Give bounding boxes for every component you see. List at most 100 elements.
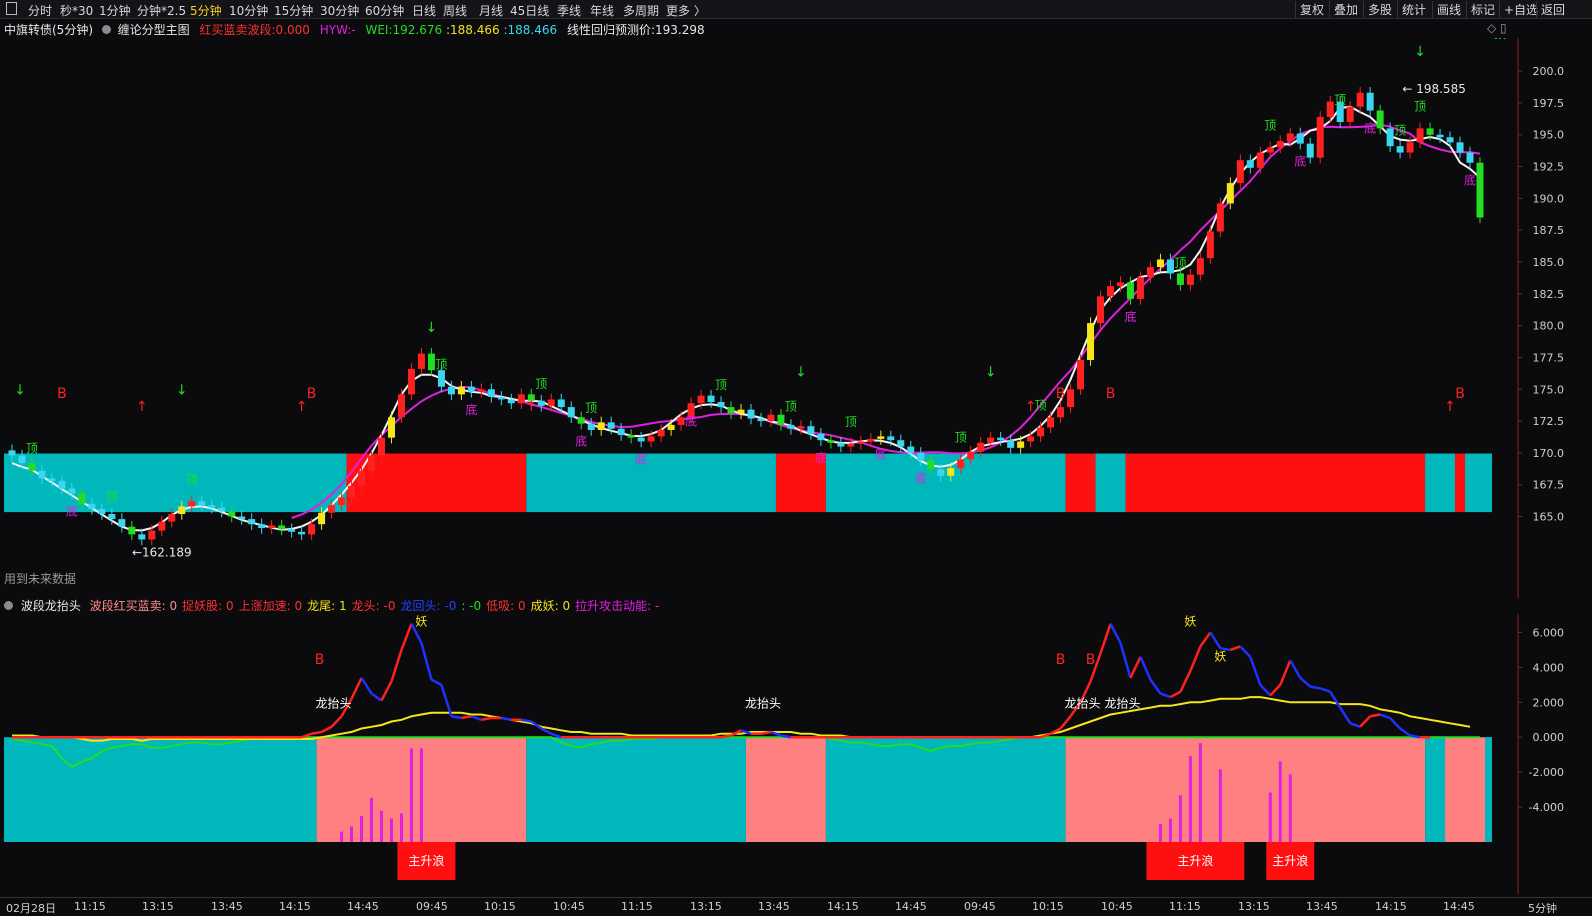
candle-body <box>837 442 845 447</box>
sub-buy-label: B <box>315 652 325 668</box>
buy-signal-label: B <box>307 386 317 402</box>
candle-body <box>857 441 865 444</box>
dragon-head-segment <box>360 677 373 695</box>
period-tab-8[interactable]: 60分钟 <box>365 2 404 19</box>
low-price-annotation: ←162.189 <box>132 545 192 559</box>
bottom-fractal-label: 底 <box>1464 173 1476 188</box>
trend-band <box>526 453 776 513</box>
candle-body <box>68 488 76 494</box>
toolbar-button-2[interactable]: 多股 <box>1363 1 1396 18</box>
attack-energy-bar <box>1288 774 1292 842</box>
candle-body <box>1356 92 1364 107</box>
top-fractal-label: 顶 <box>1494 38 1506 41</box>
candle-body <box>18 455 26 464</box>
sub-indicator-name[interactable]: 波段龙抬头 <box>21 599 81 613</box>
toolbar-button-7[interactable]: 返回 <box>1536 1 1569 18</box>
time-tick-label: 14:45 <box>895 900 927 913</box>
candle-body <box>447 386 455 395</box>
dragon-head-segment <box>320 725 333 734</box>
candle-body <box>1416 128 1424 143</box>
attack-energy-bar <box>389 818 393 842</box>
y-tick-label: 180.0 <box>1533 320 1565 333</box>
f2-value: - <box>351 23 356 37</box>
f4-value: 188.466 <box>450 23 500 37</box>
candle-body <box>8 450 16 456</box>
candle-body <box>617 428 625 436</box>
period-tab-9[interactable]: 日线 <box>412 2 436 19</box>
sub-y-tick-label: 2.000 <box>1533 696 1565 709</box>
dragon-head-segment <box>311 730 322 735</box>
candle-body <box>627 435 635 438</box>
candle-body <box>1146 267 1154 278</box>
period-tab-6[interactable]: 15分钟 <box>274 2 313 19</box>
symbol-title[interactable]: 中旗转债(5分钟) <box>4 23 93 37</box>
toolbar-button-4[interactable]: 画线 <box>1432 1 1465 18</box>
sub-band <box>746 737 826 842</box>
trend-band <box>4 453 347 513</box>
candle-body <box>248 519 256 525</box>
candle-body <box>1266 147 1274 153</box>
toolbar-button-5[interactable]: 标记 <box>1466 1 1499 18</box>
toolbar-button-3[interactable]: 统计 <box>1397 1 1430 18</box>
time-tick-label: 13:15 <box>142 900 174 913</box>
period-tab-11[interactable]: 月线 <box>479 2 503 19</box>
candle-body <box>88 503 96 509</box>
dragon-head-segment <box>440 684 453 717</box>
up-arrow-icon: ↑ <box>1025 399 1037 415</box>
candle-body <box>1077 360 1085 390</box>
time-tick-label: 14:45 <box>1443 900 1475 913</box>
candle-body <box>1316 116 1324 158</box>
period-tab-0[interactable]: 分时 <box>28 2 52 19</box>
dragon-head-segment <box>1299 676 1312 688</box>
period-tab-15[interactable]: 多周期 <box>623 2 659 19</box>
period-tab-7[interactable]: 30分钟 <box>320 2 359 19</box>
candle-body <box>188 501 196 507</box>
candle-body <box>407 368 415 395</box>
period-tab-14[interactable]: 年线 <box>590 2 614 19</box>
period-tab-16[interactable]: 更多 〉 <box>666 2 706 19</box>
candle-body <box>1456 142 1464 153</box>
dragon-head-segment <box>1129 656 1142 679</box>
bottom-fractal-label: 底 <box>815 450 827 465</box>
dragon-head-segment <box>1059 715 1072 730</box>
bottom-fractal-label: 底 <box>685 413 697 428</box>
period-tab-10[interactable]: 周线 <box>443 2 467 19</box>
attack-energy-bar <box>1218 769 1222 842</box>
candle-body <box>38 470 46 479</box>
sub-band <box>825 737 1066 842</box>
dragon-head-segment <box>501 716 512 722</box>
settings-icon[interactable] <box>101 25 111 34</box>
dragon-rise-label: 龙抬头 <box>745 697 781 711</box>
settings-icon[interactable] <box>4 601 13 610</box>
dragon-head-segment <box>1269 683 1282 697</box>
period-tab-5[interactable]: 10分钟 <box>229 2 268 19</box>
candle-body <box>997 437 1005 441</box>
toolbar-button-0[interactable]: 复权 <box>1295 1 1328 18</box>
window-controls[interactable]: ◇ ▯ <box>1487 21 1507 35</box>
candle-body <box>657 430 665 437</box>
period-tab-2[interactable]: 1分钟 <box>99 2 131 19</box>
period-tab-4[interactable]: 5分钟 <box>190 2 222 19</box>
candle-body <box>268 525 276 528</box>
dragon-head-segment <box>1279 659 1292 686</box>
toolbar-button-1[interactable]: 叠加 <box>1329 1 1362 18</box>
buy-signal-label: B <box>57 386 67 402</box>
candle-body <box>817 433 825 441</box>
period-tab-1[interactable]: 秒*30 <box>60 2 93 19</box>
dragon-head-segment <box>1379 713 1391 720</box>
candle-body <box>1196 258 1204 275</box>
top-fractal-label: 顶 <box>1414 99 1426 113</box>
sub-band <box>526 737 746 842</box>
period-tab-3[interactable]: 分钟*2.5 <box>137 2 186 19</box>
sub-band <box>1425 737 1446 842</box>
demon-label: 妖 <box>1214 649 1226 663</box>
down-arrow-icon: ↓ <box>176 382 188 398</box>
dragon-head-segment <box>760 730 772 735</box>
panel-toggle-icon[interactable] <box>6 2 17 15</box>
period-tab-13[interactable]: 季线 <box>557 2 581 19</box>
indicator-name[interactable]: 缠论分型主图 <box>118 23 190 37</box>
candle-body <box>198 501 206 506</box>
candle-body <box>507 399 515 404</box>
bottom-fractal-label: 底 <box>915 471 927 486</box>
period-tab-12[interactable]: 45日线 <box>510 2 549 19</box>
